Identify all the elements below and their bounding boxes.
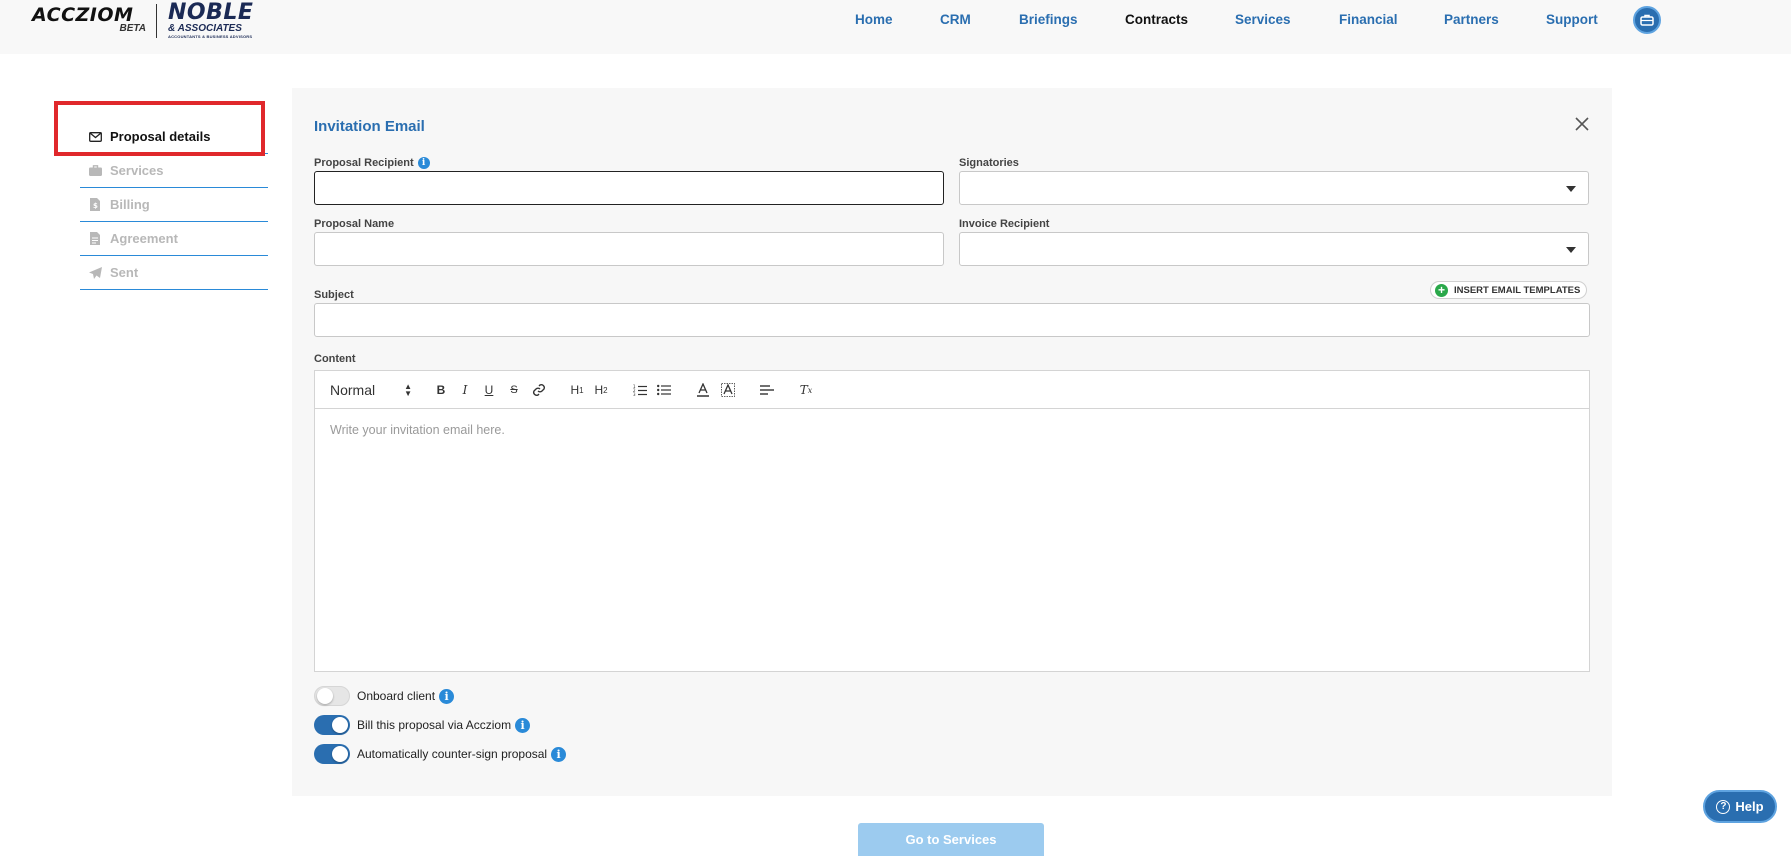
updown-arrows-icon: ▲ ▼ [404, 382, 412, 398]
strikethrough-icon[interactable]: S [506, 381, 522, 399]
content-label: Content [314, 353, 356, 365]
nav-support[interactable]: Support [1546, 12, 1598, 27]
step-label: Billing [110, 197, 150, 212]
briefcase-icon [88, 164, 102, 178]
plus-circle-icon: + [1435, 283, 1448, 297]
nav-briefings[interactable]: Briefings [1019, 12, 1078, 27]
step-agreement[interactable]: Agreement [80, 222, 268, 256]
caret-down-icon [1566, 186, 1576, 192]
onboard-client-row: Onboard client i [314, 686, 455, 706]
proposal-recipient-label: Proposal Recipient i [314, 157, 430, 170]
subject-label: Subject [314, 289, 354, 301]
proposal-name-input[interactable] [314, 232, 944, 266]
info-icon[interactable]: i [515, 717, 531, 733]
step-label: Proposal details [110, 129, 211, 144]
bill-via-accziom-toggle[interactable] [314, 715, 350, 735]
link-icon[interactable] [530, 381, 548, 399]
accziom-logo[interactable]: ACCZIOM BETA [32, 4, 146, 34]
paper-plane-icon [88, 266, 102, 280]
counter-sign-row: Automatically counter-sign proposal i [314, 744, 567, 764]
content-placeholder: Write your invitation email here. [330, 423, 505, 437]
step-billing[interactable]: $ Billing [80, 188, 268, 222]
accziom-logo-text: ACCZIOM [32, 4, 134, 26]
format-value: Normal [330, 382, 376, 398]
nav-contracts[interactable]: Contracts [1125, 12, 1188, 27]
onboard-client-label: Onboard client [357, 689, 436, 703]
logo-divider [156, 4, 157, 38]
onboard-client-toggle[interactable] [314, 686, 350, 706]
nav-home[interactable]: Home [855, 12, 893, 27]
content-body[interactable]: Write your invitation email here. [315, 409, 1589, 451]
insert-email-templates-button[interactable]: + INSERT EMAIL TEMPLATES [1430, 281, 1588, 299]
toggle-knob [332, 717, 348, 733]
signatories-label: Signatories [959, 157, 1019, 169]
step-proposal-details[interactable]: Proposal details [80, 120, 268, 154]
align-icon[interactable] [758, 381, 776, 399]
bold-icon[interactable]: B [433, 381, 449, 399]
italic-icon[interactable]: I [457, 381, 473, 399]
beta-badge: BETA [119, 23, 146, 34]
panel-title: Invitation Email [314, 118, 425, 135]
info-icon[interactable]: i [417, 157, 430, 170]
noble-logo-sub: & ASSOCIATES [168, 23, 242, 34]
bill-via-accziom-row: Bill this proposal via Accziom i [314, 715, 531, 735]
nav-financial[interactable]: Financial [1339, 12, 1398, 27]
bill-via-accziom-label: Bill this proposal via Accziom [357, 718, 512, 732]
top-header: ACCZIOM BETA NOBLE & ASSOCIATES ACCOUNTA… [0, 0, 1791, 54]
invoice-recipient-select[interactable] [959, 232, 1589, 266]
content-editor: Normal ▲ ▼ B I U S H1 H2 123 T x Write y… [314, 370, 1590, 672]
heading-1-icon[interactable]: H1 [568, 381, 586, 399]
document-icon [88, 232, 102, 246]
envelope-icon [88, 130, 102, 144]
ordered-list-icon[interactable]: 123 [631, 381, 649, 399]
info-icon[interactable]: i [551, 746, 567, 762]
editor-toolbar: Normal ▲ ▼ B I U S H1 H2 123 T x [315, 371, 1589, 409]
invitation-email-panel: Invitation Email Proposal Recipient i Sig… [292, 88, 1612, 796]
noble-logo: NOBLE & ASSOCIATES ACCOUNTANTS & BUSINES… [168, 0, 268, 40]
underline-icon[interactable]: U [481, 381, 497, 399]
question-icon: ? [1716, 799, 1731, 814]
briefcase-icon[interactable] [1633, 6, 1661, 34]
proposal-steps: Proposal details Services $ Billing Agre… [80, 120, 268, 290]
step-label: Agreement [110, 231, 178, 246]
toggle-knob [332, 746, 348, 762]
counter-sign-label: Automatically counter-sign proposal [357, 747, 548, 761]
subject-input[interactable] [314, 303, 1590, 337]
invoice-recipient-label: Invoice Recipient [959, 218, 1050, 230]
info-icon[interactable]: i [439, 688, 455, 704]
proposal-recipient-input[interactable] [314, 171, 944, 205]
caret-down-icon [1566, 247, 1576, 253]
invoice-icon: $ [88, 198, 102, 212]
nav-partners[interactable]: Partners [1444, 12, 1499, 27]
help-label: Help [1735, 799, 1764, 814]
close-icon[interactable] [1574, 116, 1592, 134]
toggle-knob [317, 688, 333, 704]
help-button[interactable]: ? Help [1703, 790, 1777, 823]
step-label: Sent [110, 265, 139, 280]
bullet-list-icon[interactable] [655, 381, 673, 399]
heading-2-icon[interactable]: H2 [592, 381, 610, 399]
format-select[interactable]: Normal ▲ ▼ [330, 381, 412, 399]
noble-logo-tag: ACCOUNTANTS & BUSINESS ADVISORS [168, 34, 253, 39]
text-color-icon[interactable] [694, 381, 712, 399]
proposal-name-label: Proposal Name [314, 218, 395, 230]
signatories-select[interactable] [959, 171, 1589, 205]
step-label: Services [110, 163, 164, 178]
step-services[interactable]: Services [80, 154, 268, 188]
step-sent[interactable]: Sent [80, 256, 268, 290]
noble-logo-text: NOBLE [168, 0, 254, 25]
background-color-icon[interactable] [719, 381, 737, 399]
svg-text:3: 3 [633, 392, 636, 396]
go-to-services-button[interactable]: Go to Services [858, 823, 1044, 856]
clear-format-icon[interactable]: Tx [797, 381, 815, 399]
insert-email-templates-label: INSERT EMAIL TEMPLATES [1454, 284, 1581, 296]
nav-services[interactable]: Services [1235, 12, 1291, 27]
counter-sign-toggle[interactable] [314, 744, 350, 764]
nav-crm[interactable]: CRM [940, 12, 971, 27]
svg-text:$: $ [93, 202, 98, 210]
